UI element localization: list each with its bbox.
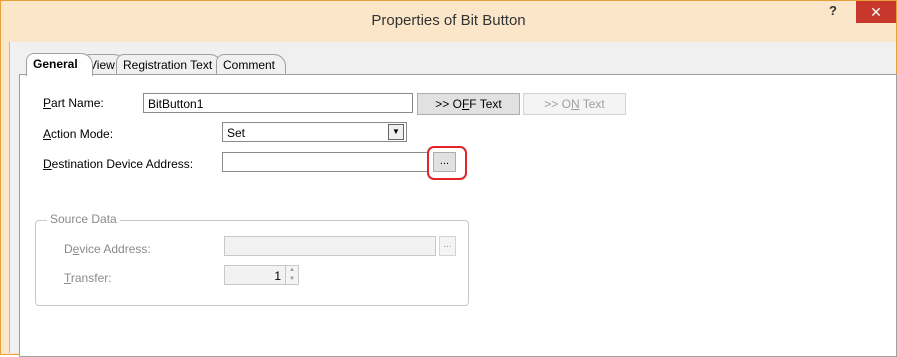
device-address-label: Device Address: — [64, 242, 151, 256]
part-name-input[interactable]: BitButton1 — [143, 93, 413, 113]
transfer-spin-button[interactable]: ▲ ▼ — [285, 265, 299, 285]
device-address-input[interactable] — [224, 236, 436, 256]
off-text-button[interactable]: >> OFF Text — [417, 93, 520, 115]
transfer-label: Transfer: — [64, 271, 112, 285]
destination-device-address-input[interactable] — [222, 152, 429, 172]
source-data-group-label: Source Data — [47, 212, 120, 226]
transfer-input[interactable]: 1 — [224, 265, 286, 285]
tab-general-label: General — [33, 57, 78, 71]
action-mode-label: Action Mode: — [43, 127, 114, 141]
on-text-button[interactable]: >> ON Text — [523, 93, 626, 115]
dialog-title: Properties of Bit Button — [371, 12, 526, 29]
source-data-group — [35, 220, 469, 306]
action-mode-value: Set — [227, 126, 246, 140]
transfer-value: 1 — [274, 269, 281, 283]
device-address-browse-button[interactable]: ... — [439, 236, 456, 256]
tab-comment[interactable]: Comment — [216, 54, 286, 74]
chevron-down-icon[interactable]: ▼ — [388, 124, 404, 140]
part-name-label: Part Name: — [43, 96, 104, 110]
tab-comment-label: Comment — [223, 58, 276, 72]
highlight-marker — [427, 146, 467, 180]
help-button[interactable]: ? — [823, 3, 843, 21]
close-button[interactable]: ✕ — [856, 1, 896, 23]
tab-general[interactable]: General — [26, 53, 93, 76]
destination-device-address-label: Destination Device Address: — [43, 157, 194, 171]
tab-registration-text-label: Registration Text — [123, 58, 213, 72]
title-bar[interactable]: Properties of Bit Button ? ✕ — [1, 1, 896, 43]
general-tab-panel — [19, 74, 897, 357]
tab-registration-text[interactable]: Registration Text — [116, 54, 222, 74]
action-mode-select[interactable]: Set — [222, 122, 407, 142]
